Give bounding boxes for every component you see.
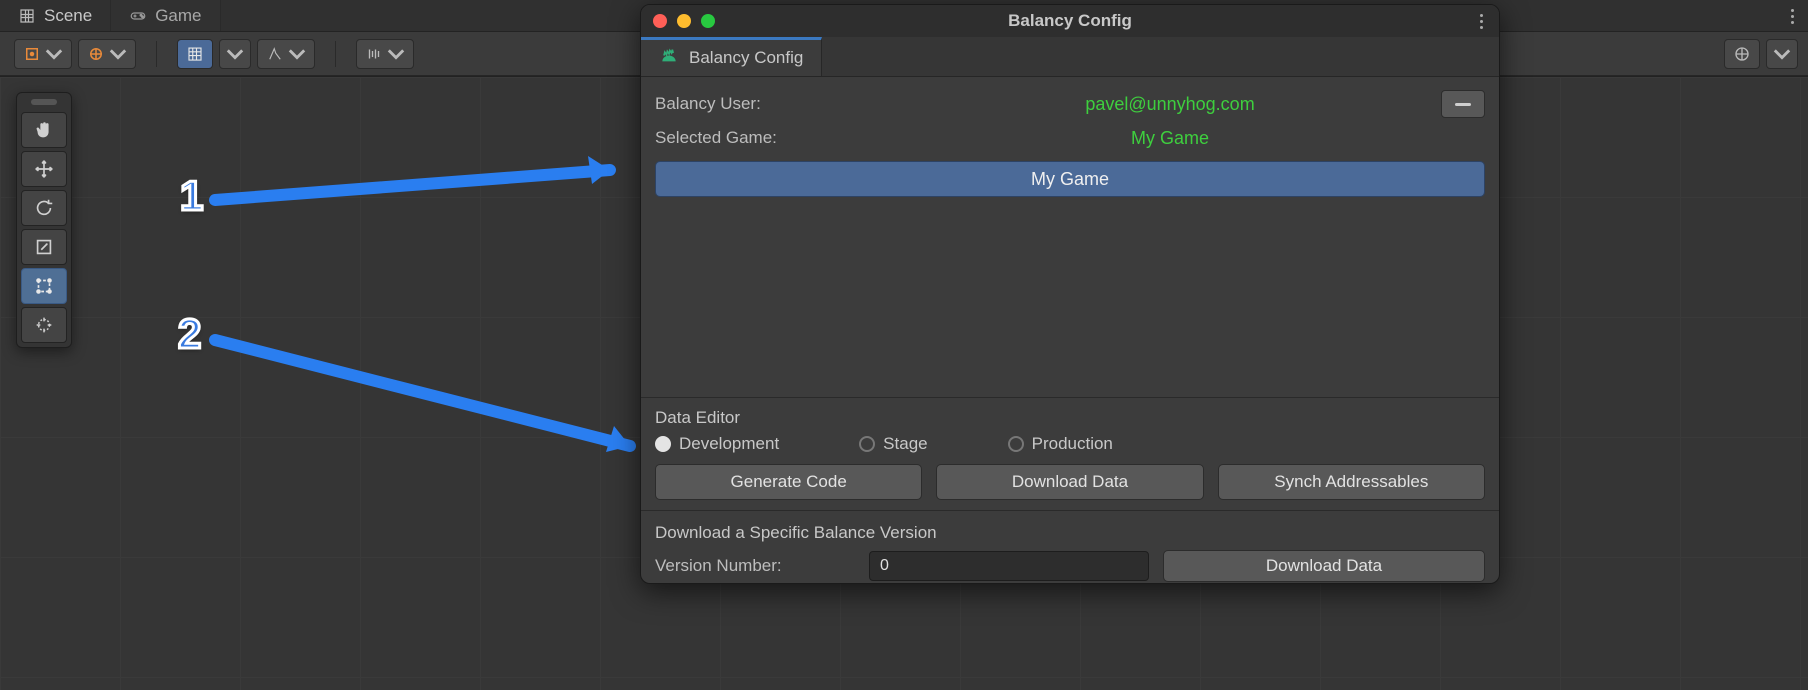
tool-snap-increment[interactable] bbox=[257, 39, 315, 69]
environment-radio-group: Development Stage Production bbox=[655, 434, 1485, 454]
generate-code-button-label: Generate Code bbox=[731, 472, 847, 492]
chevron-down-icon bbox=[45, 45, 63, 63]
hedgehog-icon bbox=[659, 48, 679, 68]
tool-grid-options[interactable] bbox=[219, 39, 251, 69]
download-version-button-label: Download Data bbox=[1266, 556, 1382, 576]
tab-game[interactable]: Game bbox=[111, 0, 220, 31]
balancy-config-window: Balancy Config Balancy Config Balancy Us… bbox=[640, 4, 1500, 584]
synch-addressables-button-label: Synch Addressables bbox=[1274, 472, 1428, 492]
radio-stage[interactable]: Stage bbox=[859, 434, 927, 454]
chevron-down-icon bbox=[288, 45, 306, 63]
top-right-group bbox=[1780, 0, 1804, 32]
tab-balancy-config[interactable]: Balancy Config bbox=[641, 37, 822, 76]
tab-balancy-config-label: Balancy Config bbox=[689, 48, 803, 68]
download-data-button[interactable]: Download Data bbox=[936, 464, 1203, 500]
download-version-button[interactable]: Download Data bbox=[1163, 550, 1485, 582]
toolbar-divider bbox=[335, 41, 336, 67]
select-game-button-label: My Game bbox=[1031, 169, 1109, 190]
data-editor-heading: Data Editor bbox=[655, 408, 1485, 428]
radio-dot-icon bbox=[655, 436, 671, 452]
radio-dot-icon bbox=[1008, 436, 1024, 452]
user-label: Balancy User: bbox=[655, 94, 855, 114]
version-number-input[interactable] bbox=[869, 551, 1149, 581]
version-number-label: Version Number: bbox=[655, 556, 855, 576]
move-tool[interactable] bbox=[21, 151, 67, 187]
popup-body: Balancy User: pavel@unnyhog.com Selected… bbox=[641, 77, 1499, 583]
logout-button[interactable] bbox=[1441, 90, 1485, 118]
download-data-button-label: Download Data bbox=[1012, 472, 1128, 492]
scale-tool[interactable] bbox=[21, 229, 67, 265]
window-titlebar[interactable]: Balancy Config bbox=[641, 5, 1499, 37]
tool-2d-mode[interactable] bbox=[78, 39, 136, 69]
radio-dot-icon bbox=[859, 436, 875, 452]
annotation-label-1: 1 bbox=[180, 172, 203, 220]
tab-scene[interactable]: Scene bbox=[0, 0, 111, 31]
annotation-label-2: 2 bbox=[178, 310, 201, 358]
tool-scene-gizmo-dropdown[interactable] bbox=[1766, 39, 1798, 69]
tool-scene-gizmo[interactable] bbox=[1724, 39, 1760, 69]
selected-game-value: My Game bbox=[855, 128, 1485, 149]
radio-production-label: Production bbox=[1032, 434, 1113, 454]
radio-development-label: Development bbox=[679, 434, 779, 454]
generate-code-button[interactable]: Generate Code bbox=[655, 464, 922, 500]
window-overflow-menu[interactable] bbox=[1469, 7, 1493, 35]
selected-game-label: Selected Game: bbox=[655, 128, 855, 148]
chevron-down-icon bbox=[109, 45, 127, 63]
tab-game-label: Game bbox=[155, 6, 201, 26]
radio-stage-label: Stage bbox=[883, 434, 927, 454]
radio-development[interactable]: Development bbox=[655, 434, 779, 454]
gamepad-icon bbox=[129, 7, 147, 25]
transform-tool-palette bbox=[16, 92, 72, 348]
palette-grip[interactable] bbox=[31, 99, 57, 105]
user-value: pavel@unnyhog.com bbox=[855, 94, 1485, 115]
chevron-down-icon bbox=[387, 45, 405, 63]
annotation-arrow-1 bbox=[210, 150, 650, 220]
tab-scene-label: Scene bbox=[44, 6, 92, 26]
tool-gizmo-options[interactable] bbox=[356, 39, 414, 69]
overflow-menu-icon[interactable] bbox=[1780, 2, 1804, 30]
tool-grid-snap[interactable] bbox=[177, 39, 213, 69]
popup-tab-strip: Balancy Config bbox=[641, 37, 1499, 77]
rect-tool[interactable] bbox=[21, 268, 67, 304]
grid-icon bbox=[18, 7, 36, 25]
annotation-arrow-2 bbox=[210, 320, 670, 470]
window-title: Balancy Config bbox=[641, 11, 1499, 31]
select-game-button[interactable]: My Game bbox=[655, 161, 1485, 197]
tool-shading-mode[interactable] bbox=[14, 39, 72, 69]
transform-tool[interactable] bbox=[21, 307, 67, 343]
download-specific-heading: Download a Specific Balance Version bbox=[655, 523, 1485, 543]
hand-tool[interactable] bbox=[21, 112, 67, 148]
toolbar-divider bbox=[156, 41, 157, 67]
radio-production[interactable]: Production bbox=[1008, 434, 1113, 454]
rotate-tool[interactable] bbox=[21, 190, 67, 226]
synch-addressables-button[interactable]: Synch Addressables bbox=[1218, 464, 1485, 500]
